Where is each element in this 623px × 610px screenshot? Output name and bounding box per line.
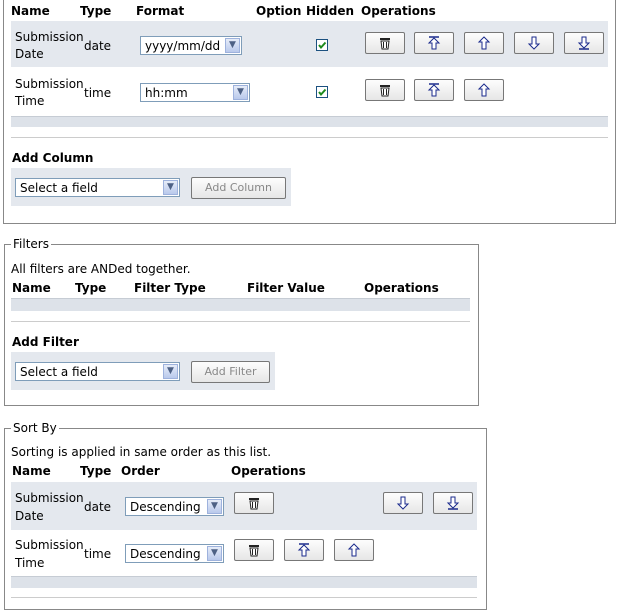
row-type: date (84, 500, 112, 514)
move-top-button[interactable] (414, 79, 454, 101)
add-filter-label: Add Filter (12, 335, 79, 349)
col-header-name: Name (11, 4, 50, 18)
dropdown-arrow-icon: ▼ (225, 38, 240, 53)
trash-icon (249, 498, 259, 510)
row-name: Submission (15, 30, 84, 44)
move-up-button[interactable] (334, 539, 374, 561)
trash-icon (380, 85, 390, 97)
checkmark-icon (318, 88, 327, 97)
delete-button[interactable] (234, 492, 274, 514)
hidden-checkbox[interactable] (316, 86, 328, 98)
row-name: Date (15, 509, 44, 523)
delete-button[interactable] (365, 32, 405, 54)
filters-legend: Filters (11, 237, 51, 251)
row-name: Date (15, 47, 44, 61)
add-column-button[interactable]: Add Column (191, 177, 286, 199)
row-type: time (84, 86, 112, 100)
filter-header-filter-value: Filter Value (247, 281, 325, 295)
sort-header-name: Name (12, 464, 51, 478)
hidden-checkbox[interactable] (316, 39, 328, 51)
move-top-icon (297, 543, 311, 557)
format-select-value: hh:mm (145, 86, 188, 100)
divider (11, 321, 470, 322)
move-up-icon (477, 83, 491, 97)
filter-header-type: Type (75, 281, 107, 295)
col-header-hidden: Hidden (306, 4, 355, 18)
move-bottom-button[interactable] (564, 32, 604, 54)
move-bottom-button[interactable] (433, 492, 473, 514)
move-bottom-icon (446, 496, 460, 510)
format-select[interactable]: yyyy/mm/dd ▼ (140, 36, 242, 55)
divider (11, 137, 608, 138)
add-filter-button[interactable]: Add Filter (191, 361, 270, 383)
divider (11, 597, 477, 598)
row-name: Submission (15, 538, 84, 552)
trash-icon (249, 545, 259, 557)
dropdown-arrow-icon: ▼ (163, 364, 178, 379)
dropdown-arrow-icon: ▼ (207, 546, 222, 561)
dropdown-arrow-icon: ▼ (233, 85, 248, 100)
col-header-format: Format (136, 4, 185, 18)
sort-order-select-value: Descending (130, 547, 201, 561)
move-top-icon (427, 83, 441, 97)
sort-note: Sorting is applied in same order as this… (11, 445, 272, 459)
sort-order-select[interactable]: Descending ▼ (125, 497, 224, 516)
move-top-button[interactable] (284, 539, 324, 561)
filter-header-operations: Operations (364, 281, 439, 295)
row-name: Submission (15, 77, 84, 91)
col-header-type: Type (80, 4, 112, 18)
sort-legend: Sort By (11, 421, 59, 435)
col-header-option: Option (256, 4, 302, 18)
add-column-label: Add Column (12, 151, 94, 165)
checkmark-icon (318, 41, 327, 50)
move-up-icon (347, 543, 361, 557)
filter-header-filter-type: Filter Type (134, 281, 206, 295)
move-top-button[interactable] (414, 32, 454, 54)
sort-header-operations: Operations (231, 464, 306, 478)
add-filter-field-select[interactable]: Select a field ▼ (15, 362, 180, 381)
filters-table-footer-bar (11, 298, 470, 311)
move-bottom-icon (577, 36, 591, 50)
table-footer-bar (11, 116, 608, 127)
format-select-value: yyyy/mm/dd (145, 39, 221, 53)
sort-order-select-value: Descending (130, 500, 201, 514)
delete-button[interactable] (365, 79, 405, 101)
row-type: date (84, 39, 112, 53)
row-name: Time (15, 556, 45, 570)
format-select[interactable]: hh:mm ▼ (140, 83, 250, 102)
sort-order-select[interactable]: Descending ▼ (125, 544, 224, 563)
move-down-icon (396, 496, 410, 510)
sort-header-type: Type (80, 464, 112, 478)
col-header-operations: Operations (361, 4, 436, 18)
move-up-button[interactable] (464, 32, 504, 54)
add-column-select-value: Select a field (20, 181, 98, 195)
trash-icon (380, 38, 390, 50)
add-filter-select-value: Select a field (20, 365, 98, 379)
sort-table-footer-bar (11, 576, 477, 588)
add-column-field-select[interactable]: Select a field ▼ (15, 178, 180, 197)
row-name: Submission (15, 491, 84, 505)
delete-button[interactable] (234, 539, 274, 561)
move-down-icon (527, 36, 541, 50)
move-top-icon (427, 36, 441, 50)
dropdown-arrow-icon: ▼ (207, 499, 222, 514)
row-name: Time (15, 94, 45, 108)
move-up-button[interactable] (464, 79, 504, 101)
move-down-button[interactable] (514, 32, 554, 54)
filters-note: All filters are ANDed together. (11, 262, 191, 276)
sort-header-order: Order (121, 464, 160, 478)
move-up-icon (477, 36, 491, 50)
move-down-button[interactable] (383, 492, 423, 514)
dropdown-arrow-icon: ▼ (163, 180, 178, 195)
filter-header-name: Name (12, 281, 51, 295)
row-type: time (84, 547, 112, 561)
